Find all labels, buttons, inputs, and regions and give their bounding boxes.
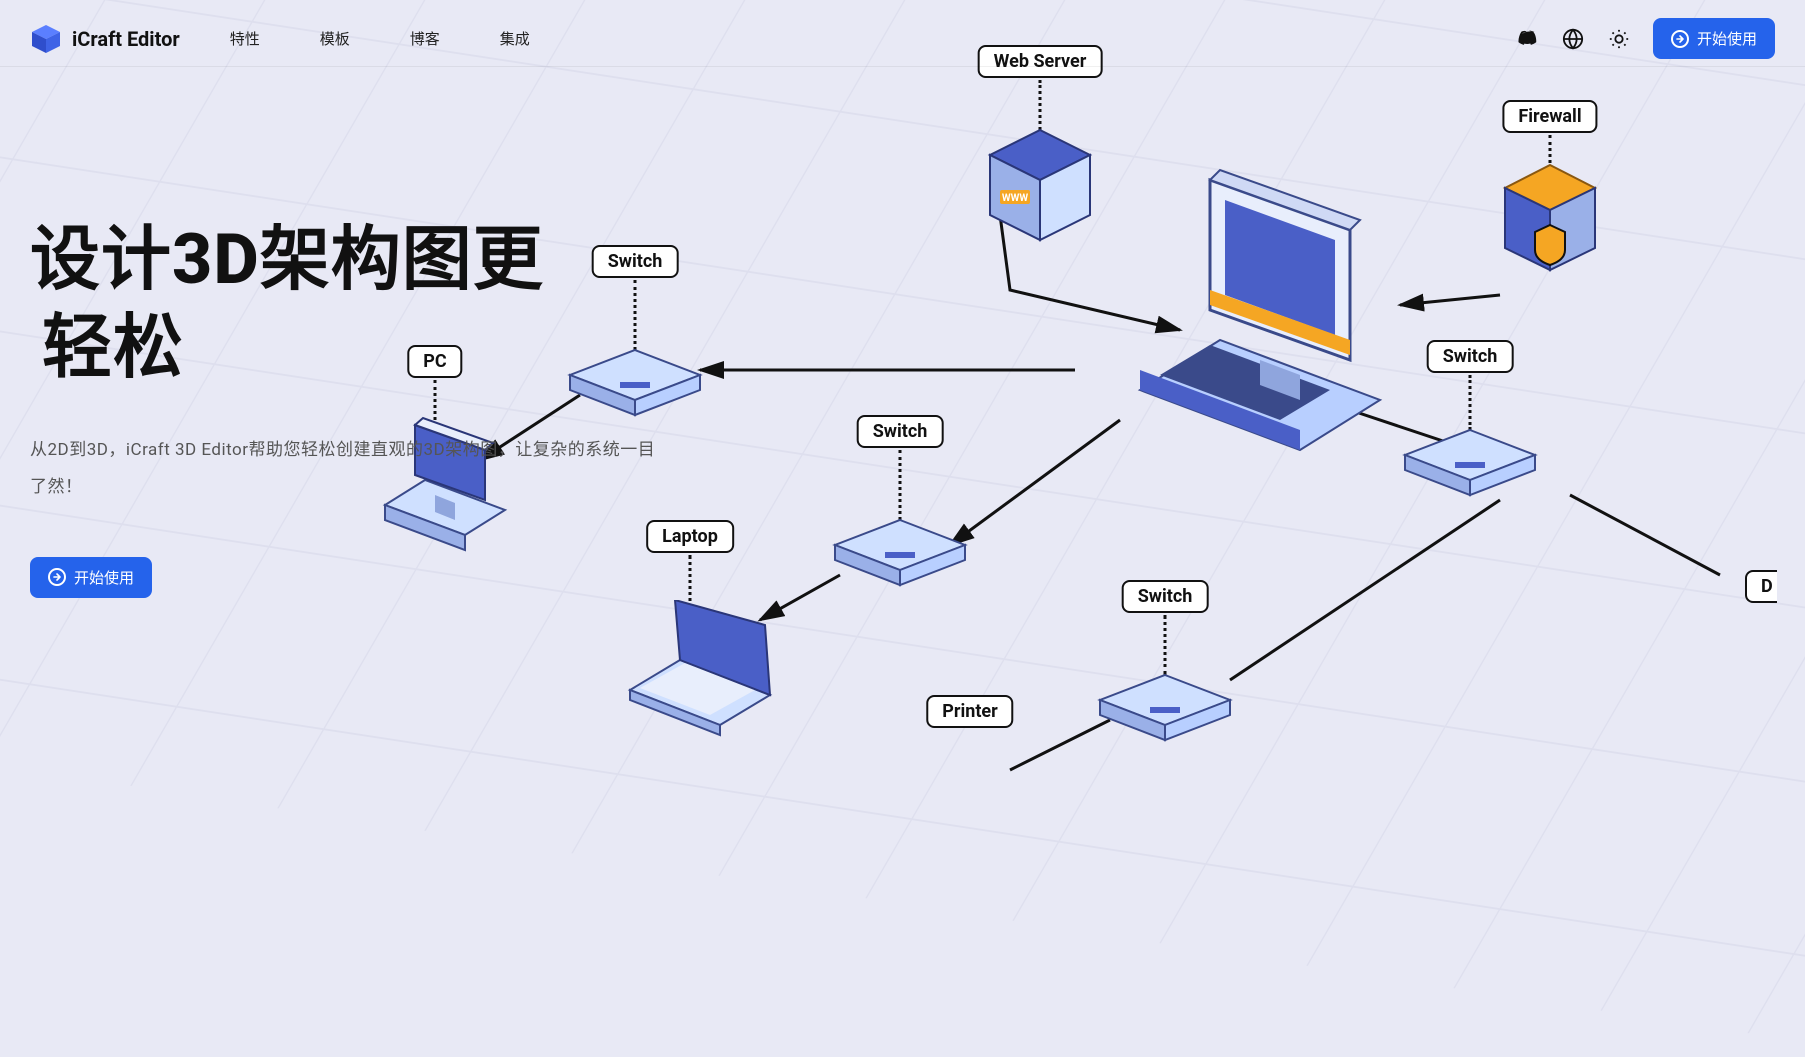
hero-cta-button[interactable]: 开始使用 bbox=[30, 557, 152, 598]
diagram-node-web-server: Web Server WWW bbox=[980, 50, 1100, 230]
node-label: Switch bbox=[1122, 580, 1209, 613]
hero-description: 从2D到3D，iCraft 3D Editor帮助您轻松创建直观的3D架构图，让… bbox=[30, 432, 660, 507]
language-icon[interactable] bbox=[1561, 27, 1585, 51]
header-cta-button[interactable]: 开始使用 bbox=[1653, 18, 1775, 59]
hero-cta-label: 开始使用 bbox=[74, 567, 134, 588]
hero-title-line2: 轻松 bbox=[30, 305, 660, 393]
discord-icon[interactable] bbox=[1515, 27, 1539, 51]
header-actions: 开始使用 bbox=[1515, 18, 1775, 59]
nav-templates[interactable]: 模板 bbox=[320, 28, 350, 49]
nav-integrations[interactable]: 集成 bbox=[500, 28, 530, 49]
svg-text:WWW: WWW bbox=[1002, 193, 1029, 204]
primary-nav: 特性 模板 博客 集成 bbox=[230, 28, 530, 49]
node-label: Switch bbox=[1427, 340, 1514, 373]
brand-name: iCraft Editor bbox=[72, 27, 180, 51]
node-label: Switch bbox=[857, 415, 944, 448]
header-cta-label: 开始使用 bbox=[1697, 28, 1757, 49]
nav-features[interactable]: 特性 bbox=[230, 28, 260, 49]
node-label: Firewall bbox=[1502, 100, 1597, 133]
node-label: Printer bbox=[926, 695, 1013, 728]
hero-title: 设计3D架构图更 轻松 bbox=[30, 217, 660, 392]
arrow-right-icon bbox=[1671, 30, 1689, 48]
site-header: iCraft Editor 特性 模板 博客 集成 bbox=[0, 0, 1805, 77]
arrow-right-icon bbox=[48, 568, 66, 586]
nav-blog[interactable]: 博客 bbox=[410, 28, 440, 49]
brand-logo[interactable]: iCraft Editor bbox=[30, 23, 180, 55]
hero-title-line1: 设计3D架构图更 bbox=[30, 219, 544, 301]
hero-section: 设计3D架构图更 轻松 从2D到3D，iCraft 3D Editor帮助您轻松… bbox=[0, 77, 660, 598]
logo-icon bbox=[30, 23, 62, 55]
diagram-node-main-computer bbox=[1100, 140, 1380, 440]
node-label: D bbox=[1745, 570, 1777, 603]
theme-toggle-icon[interactable] bbox=[1607, 27, 1631, 51]
